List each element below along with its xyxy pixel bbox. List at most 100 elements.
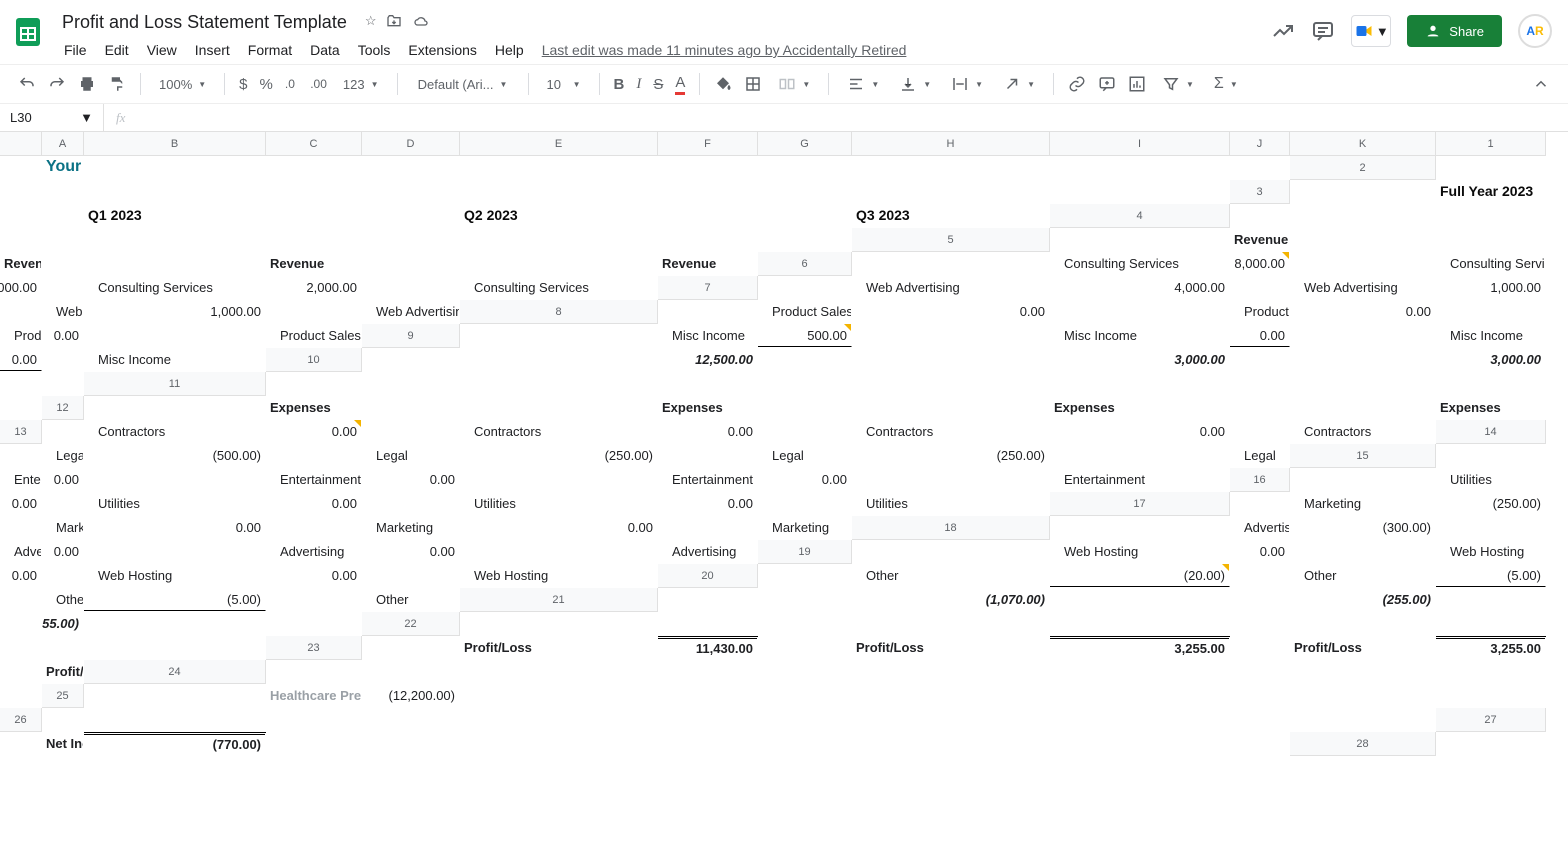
cell-J19[interactable] (362, 564, 460, 587)
col-header-H[interactable]: H (852, 132, 1050, 156)
menu-format[interactable]: Format (240, 38, 300, 62)
cell-C18[interactable]: (300.00) (1290, 516, 1436, 539)
cell-C27[interactable]: (770.00) (84, 732, 266, 755)
cell-F18[interactable]: 0.00 (42, 540, 84, 563)
cell-F24[interactable] (852, 660, 1050, 683)
cell-A4[interactable] (1230, 204, 1290, 227)
cell-I26[interactable] (1050, 708, 1230, 731)
cell-B21[interactable] (758, 588, 852, 611)
cell-I7[interactable]: 1,000.00 (84, 300, 266, 323)
cell-D27[interactable] (266, 732, 362, 755)
cell-B23[interactable]: Profit/Loss (460, 636, 658, 659)
cell-H5[interactable]: Revenue (266, 252, 362, 275)
cell-I8[interactable]: 0.00 (42, 324, 84, 347)
cell-F6[interactable]: 2,000.00 (0, 276, 42, 299)
account-avatar[interactable]: AR (1518, 14, 1552, 48)
cell-A25[interactable] (84, 684, 266, 707)
cell-B16[interactable]: Utilities (1436, 468, 1546, 491)
cell-E17[interactable]: Marketing (42, 516, 84, 539)
cell-E26[interactable] (460, 708, 658, 731)
row-header-4[interactable]: 4 (1050, 204, 1230, 228)
cell-A6[interactable] (852, 252, 1050, 275)
cell-D7[interactable] (1230, 276, 1290, 299)
cell-H9[interactable]: Misc Income (1436, 324, 1546, 347)
cell-E6[interactable]: Consulting Services (1436, 252, 1546, 275)
cell-B20[interactable]: Other (852, 564, 1050, 587)
sheets-logo[interactable] (8, 12, 48, 52)
col-header-F[interactable]: F (658, 132, 758, 156)
cell-G13[interactable] (758, 420, 852, 443)
cell-K16[interactable]: Utilities (852, 492, 1050, 515)
cell-B7[interactable]: Web Advertising (852, 276, 1050, 299)
cell-I4[interactable] (460, 228, 658, 251)
cell-G28[interactable] (460, 756, 658, 779)
cell-A19[interactable] (852, 540, 1050, 563)
cell-K22[interactable] (84, 636, 266, 659)
cell-D17[interactable] (0, 516, 42, 539)
cell-E2[interactable] (266, 180, 362, 203)
cell-G5[interactable] (84, 252, 266, 275)
cell-K27[interactable] (1230, 732, 1290, 755)
cell-D2[interactable] (84, 180, 266, 203)
cell-E9[interactable]: Misc Income (1050, 324, 1230, 347)
cell-F19[interactable]: 0.00 (0, 564, 42, 587)
cell-J25[interactable] (1290, 684, 1436, 707)
cell-F23[interactable]: 3,255.00 (1050, 636, 1230, 659)
cell-G12[interactable] (852, 396, 1050, 419)
cell-G7[interactable] (0, 300, 42, 323)
cell-G17[interactable] (266, 516, 362, 539)
cell-D14[interactable] (266, 444, 362, 467)
cell-B6[interactable]: Consulting Services (1050, 252, 1230, 275)
cell-F4[interactable] (84, 228, 266, 251)
zoom-select[interactable]: 100%▼ (151, 70, 214, 98)
insert-chart-button[interactable] (1124, 70, 1150, 98)
cell-J28[interactable] (852, 756, 1050, 779)
cell-J16[interactable] (758, 492, 852, 515)
cell-F2[interactable] (362, 180, 460, 203)
cell-A23[interactable] (362, 636, 460, 659)
halign-button[interactable]: ▼ (839, 70, 887, 98)
cell-F5[interactable] (42, 252, 84, 275)
cell-G18[interactable] (84, 540, 266, 563)
row-header-27[interactable]: 27 (1436, 708, 1546, 732)
cell-I18[interactable]: 0.00 (362, 540, 460, 563)
cell-B26[interactable] (84, 708, 266, 731)
cell-F7[interactable]: 1,000.00 (1436, 276, 1546, 299)
cell-J26[interactable] (1230, 708, 1290, 731)
borders-button[interactable] (740, 70, 766, 98)
cell-H23[interactable]: Profit/Loss (1290, 636, 1436, 659)
cell-G23[interactable] (1230, 636, 1290, 659)
cell-A8[interactable] (658, 300, 758, 323)
cell-C20[interactable]: (20.00) (1050, 564, 1230, 587)
menu-file[interactable]: File (56, 38, 95, 62)
cell-E1[interactable] (362, 156, 460, 179)
cell-K4[interactable] (758, 228, 852, 251)
cell-A2[interactable] (1436, 156, 1546, 179)
cell-A11[interactable] (266, 372, 362, 395)
number-format-select[interactable]: 123▼ (335, 70, 387, 98)
cell-B24[interactable] (362, 660, 460, 683)
cell-E21[interactable] (1230, 588, 1290, 611)
cell-A13[interactable] (42, 420, 84, 443)
cell-E25[interactable] (658, 684, 758, 707)
cell-G19[interactable] (42, 564, 84, 587)
cell-F26[interactable] (658, 708, 758, 731)
cell-I17[interactable]: 0.00 (460, 516, 658, 539)
cell-I20[interactable]: (5.00) (84, 588, 266, 611)
col-header-C[interactable]: C (266, 132, 362, 156)
cell-A22[interactable] (460, 612, 658, 635)
cell-B11[interactable] (362, 372, 460, 395)
cell-J23[interactable] (0, 660, 42, 683)
formula-input[interactable] (137, 104, 1568, 131)
cell-G26[interactable] (758, 708, 852, 731)
select-all[interactable] (0, 132, 42, 156)
row-header-2[interactable]: 2 (1290, 156, 1436, 180)
cell-E27[interactable] (362, 732, 460, 755)
cell-C13[interactable]: 0.00 (266, 420, 362, 443)
menu-edit[interactable]: Edit (97, 38, 137, 62)
cell-K9[interactable]: Misc Income (84, 348, 266, 371)
cell-K8[interactable]: Product Sales (266, 324, 362, 347)
cell-C26[interactable] (266, 708, 362, 731)
rotate-button[interactable]: ▼ (995, 70, 1043, 98)
cell-G3[interactable] (362, 204, 460, 227)
